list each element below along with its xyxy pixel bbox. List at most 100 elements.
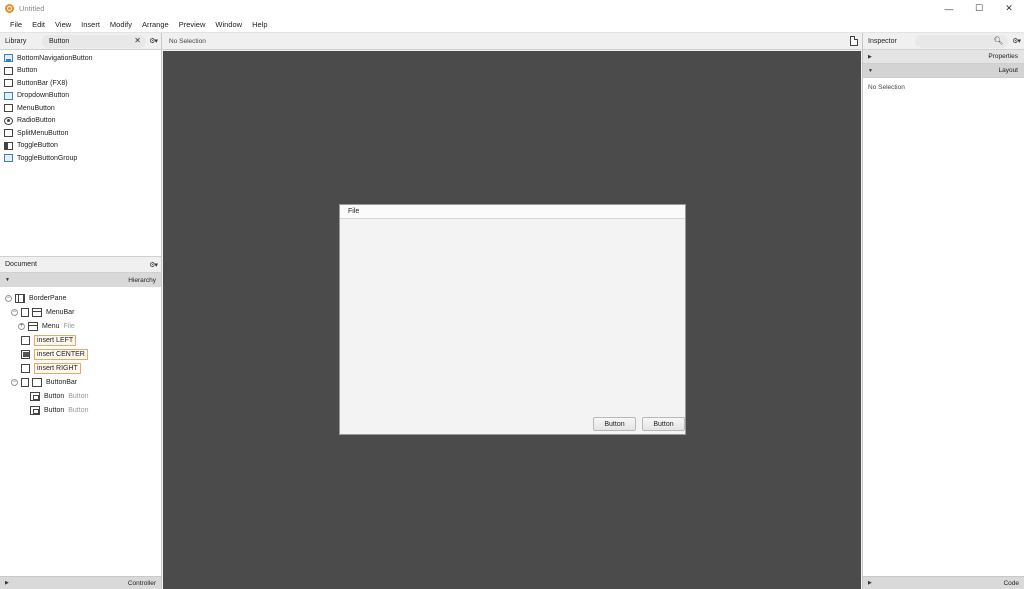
scene-builder-app-icon <box>5 4 14 13</box>
insert-center-tag[interactable]: insert CENTER <box>34 348 88 360</box>
library-item-label: ButtonBar (FX8) <box>17 79 68 87</box>
controller-bar[interactable]: ▶ Controller <box>0 576 161 589</box>
expand-triangle-icon: ▶ <box>868 53 872 60</box>
borderpane-icon <box>15 293 25 303</box>
library-item[interactable]: RadioButton <box>0 115 161 128</box>
toggle-button-icon <box>4 141 13 150</box>
menu-preview[interactable]: Preview <box>174 20 211 29</box>
tree-row-menubar[interactable]: − MenuBar <box>0 305 161 319</box>
menu-help[interactable]: Help <box>247 20 272 29</box>
library-item-label: RadioButton <box>17 117 56 125</box>
library-item[interactable]: MenuButton <box>0 102 161 115</box>
selection-bar: No Selection <box>163 33 861 50</box>
inspector-gear-icon[interactable]: ⚙▾ <box>1012 37 1021 45</box>
tree-row-buttonbar[interactable]: − ButtonBar <box>0 375 161 389</box>
hierarchy-header[interactable]: ▼ Hierarchy <box>0 273 161 287</box>
properties-label: Properties <box>988 53 1018 60</box>
tree-label: BorderPane <box>29 294 67 302</box>
collapse-triangle-icon: ▼ <box>5 277 10 283</box>
library-title: Library <box>5 37 27 45</box>
button-icon <box>30 391 40 401</box>
document-gear-icon[interactable]: ⚙▾ <box>149 261 158 269</box>
tree-row-button[interactable]: Button Button <box>0 403 161 417</box>
library-item[interactable]: DropdownButton <box>0 90 161 103</box>
preview-menu-file[interactable]: File <box>348 208 359 215</box>
expand-triangle-icon: ▶ <box>5 580 9 586</box>
clear-search-icon[interactable]: ✕ <box>134 36 141 45</box>
library-list: BottomNavigationButton Button ButtonBar … <box>0 50 161 165</box>
toggle-button-group-icon <box>4 154 13 163</box>
menu-icon <box>28 321 38 331</box>
search-icon: 🔍︎ <box>993 36 1003 45</box>
dropdown-button-icon <box>4 91 13 100</box>
library-item[interactable]: ButtonBar (FX8) <box>0 77 161 90</box>
menu-insert[interactable]: Insert <box>76 20 105 29</box>
menu-arrange[interactable]: Arrange <box>137 20 174 29</box>
collapse-toggle-icon[interactable]: − <box>11 378 18 386</box>
slot-icon <box>21 377 29 387</box>
library-item[interactable]: ToggleButton <box>0 140 161 153</box>
inspector-search-input[interactable]: 🔍︎ <box>915 35 1008 48</box>
library-item-label: Button <box>17 67 38 75</box>
right-slot-icon <box>21 363 30 373</box>
code-bar[interactable]: ▶ Code <box>863 576 1024 589</box>
library-search-value: Button <box>49 38 70 45</box>
preview-button[interactable]: Button <box>642 417 685 431</box>
close-button[interactable]: ✕ <box>994 0 1024 17</box>
menu-window[interactable]: Window <box>210 20 247 29</box>
tree-row-menu[interactable]: + Menu File <box>0 319 161 333</box>
left-slot-icon <box>21 335 30 345</box>
menu-file[interactable]: File <box>0 20 27 29</box>
minimize-button[interactable]: — <box>934 0 964 17</box>
menu-modify[interactable]: Modify <box>105 20 137 29</box>
library-item-label: ToggleButtonGroup <box>17 154 78 162</box>
menu-edit[interactable]: Edit <box>27 20 50 29</box>
window-controls: — ☐ ✕ <box>934 0 1024 17</box>
preview-button-bar: Button Button <box>593 417 685 431</box>
document-header: Document ⚙▾ <box>0 256 161 273</box>
preview-window[interactable]: File Button Button <box>339 204 686 435</box>
document-title: Document <box>5 261 37 268</box>
document-icon[interactable] <box>850 36 858 46</box>
library-item[interactable]: SplitMenuButton <box>0 127 161 140</box>
library-item-label: DropdownButton <box>17 92 70 100</box>
design-canvas[interactable]: File Button Button <box>163 51 861 589</box>
tree-label: ButtonBar <box>46 378 78 386</box>
tree-row-button[interactable]: Button Button <box>0 389 161 403</box>
layout-section[interactable]: ▼ Layout <box>863 64 1024 78</box>
menu-view[interactable]: View <box>50 20 76 29</box>
tree-row-insert-left[interactable]: insert LEFT <box>0 333 161 347</box>
button-icon <box>4 66 13 75</box>
library-search-input[interactable]: Button ✕ <box>42 35 146 48</box>
tree-label: Menu <box>42 322 60 330</box>
tree-row-insert-right[interactable]: insert RIGHT <box>0 361 161 375</box>
library-item-label: BottomNavigationButton <box>17 54 93 62</box>
library-item-label: MenuButton <box>17 104 55 112</box>
preview-button[interactable]: Button <box>593 417 636 431</box>
tree-label: Button <box>44 406 65 414</box>
insert-left-tag[interactable]: insert LEFT <box>34 334 77 346</box>
library-item[interactable]: ToggleButtonGroup <box>0 152 161 165</box>
selection-text: No Selection <box>169 37 206 45</box>
insert-right-tag[interactable]: insert RIGHT <box>34 362 81 374</box>
properties-section[interactable]: ▶ Properties <box>863 50 1024 64</box>
collapse-toggle-icon[interactable]: − <box>11 308 18 316</box>
library-gear-icon[interactable]: ⚙▾ <box>149 37 158 45</box>
tree-label: MenuBar <box>46 308 75 316</box>
menu-bar: File Edit View Insert Modify Arrange Pre… <box>0 17 1024 33</box>
inspector-no-selection: No Selection <box>868 84 905 91</box>
library-header: Library Button ✕ ⚙▾ <box>0 33 161 50</box>
collapse-toggle-icon[interactable]: − <box>5 294 12 302</box>
expand-toggle-icon[interactable]: + <box>18 322 25 330</box>
maximize-button[interactable]: ☐ <box>964 0 994 17</box>
preview-menubar[interactable]: File <box>340 205 685 219</box>
library-item-label: SplitMenuButton <box>17 129 69 137</box>
library-item[interactable]: Button <box>0 65 161 78</box>
tree-row-borderpane[interactable]: − BorderPane <box>0 291 161 305</box>
library-item[interactable]: BottomNavigationButton <box>0 52 161 65</box>
layout-label: Layout <box>998 67 1018 74</box>
buttonbar-icon <box>32 377 42 387</box>
document-section: Document ⚙▾ ▼ Hierarchy − BorderPane − M… <box>0 256 161 417</box>
tree-row-insert-center[interactable]: insert CENTER <box>0 347 161 361</box>
center-slot-icon <box>21 349 30 359</box>
